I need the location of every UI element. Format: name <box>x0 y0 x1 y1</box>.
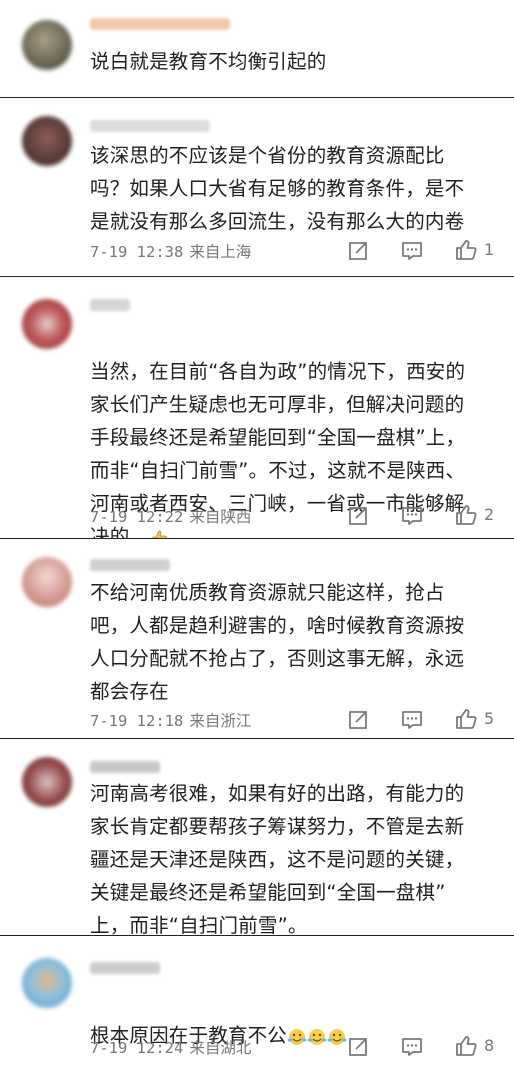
timestamp: 7-19 12:38 <box>90 243 184 261</box>
username-blurred[interactable] <box>90 559 170 571</box>
comment-card: 说白就是教育不均衡引起的 <box>0 0 514 97</box>
crying-laughing-emoji <box>287 1027 347 1047</box>
avatar[interactable] <box>22 116 72 166</box>
comment-text: 河南高考很难，如果有好的出路，有能力的 家长肯定都要帮孩子筹谋努力，不管是去新 … <box>90 782 465 937</box>
location: 来自湖北 <box>189 1039 252 1057</box>
like-icon[interactable] <box>454 238 478 262</box>
like-icon[interactable] <box>454 503 478 527</box>
share-icon[interactable] <box>346 239 370 263</box>
like-count: 8 <box>484 1036 495 1055</box>
like-icon[interactable] <box>454 1034 478 1058</box>
location: 来自上海 <box>189 243 252 261</box>
like-count: 2 <box>484 505 495 524</box>
avatar[interactable] <box>22 299 72 349</box>
comment-text: 该深思的不应该是个省份的教育资源配比 吗？如果人口大省有足够的教育条件，是不 是… <box>90 144 465 233</box>
username-blurred[interactable] <box>90 761 160 773</box>
comment-card: 河南高考很难，如果有好的出路，有能力的 家长肯定都要帮孩子筹谋努力，不管是去新 … <box>0 738 514 937</box>
comment-icon[interactable] <box>400 239 424 263</box>
comment-card: 该深思的不应该是个省份的教育资源配比 吗？如果人口大省有足够的教育条件，是不 是… <box>0 97 514 276</box>
comment-icon[interactable] <box>400 1035 424 1059</box>
username-blurred[interactable] <box>90 18 230 30</box>
like-icon[interactable] <box>454 707 478 731</box>
comment-icon[interactable] <box>400 504 424 528</box>
avatar[interactable] <box>22 557 72 607</box>
location: 来自浙江 <box>189 712 252 730</box>
like-count: 1 <box>484 240 495 259</box>
timestamp: 7-19 12:18 <box>90 712 184 730</box>
comment-card: 当然，在目前“各自为政”的情况下，西安的 家长们产生疑虑也无可厚非，但解决问题的… <box>0 276 514 548</box>
username-blurred[interactable] <box>90 299 130 311</box>
comment-text: 说白就是教育不均衡引起的 <box>90 50 327 73</box>
comment-text: 不给河南优质教育资源就只能这样，抢占 吧，人都是趋利避害的，啥时候教育资源按 人… <box>90 581 465 703</box>
comment-card: 不给河南优质教育资源就只能这样，抢占 吧，人都是趋利避害的，啥时候教育资源按 人… <box>0 538 514 738</box>
username-blurred[interactable] <box>90 120 210 132</box>
share-icon[interactable] <box>346 504 370 528</box>
like-count: 5 <box>484 709 495 728</box>
comment-meta: 7-19 12:18 来自浙江 <box>90 709 251 731</box>
timestamp: 7-19 12:22 <box>90 508 184 526</box>
comment-card: 根本原因在于教育不公 7-19 12:24 来自湖北 8 <box>0 935 514 1071</box>
comment-meta: 7-19 12:24 来自湖北 <box>90 1036 251 1058</box>
comment-meta: 7-19 12:38 来自上海 <box>90 240 251 262</box>
timestamp: 7-19 12:24 <box>90 1039 184 1057</box>
comment-meta: 7-19 12:22 来自陕西 <box>90 505 251 527</box>
avatar[interactable] <box>22 757 72 807</box>
username-blurred[interactable] <box>90 962 160 974</box>
comment-icon[interactable] <box>400 708 424 732</box>
avatar[interactable] <box>22 958 72 1008</box>
avatar[interactable] <box>22 20 72 70</box>
share-icon[interactable] <box>346 1035 370 1059</box>
location: 来自陕西 <box>189 508 252 526</box>
share-icon[interactable] <box>346 708 370 732</box>
